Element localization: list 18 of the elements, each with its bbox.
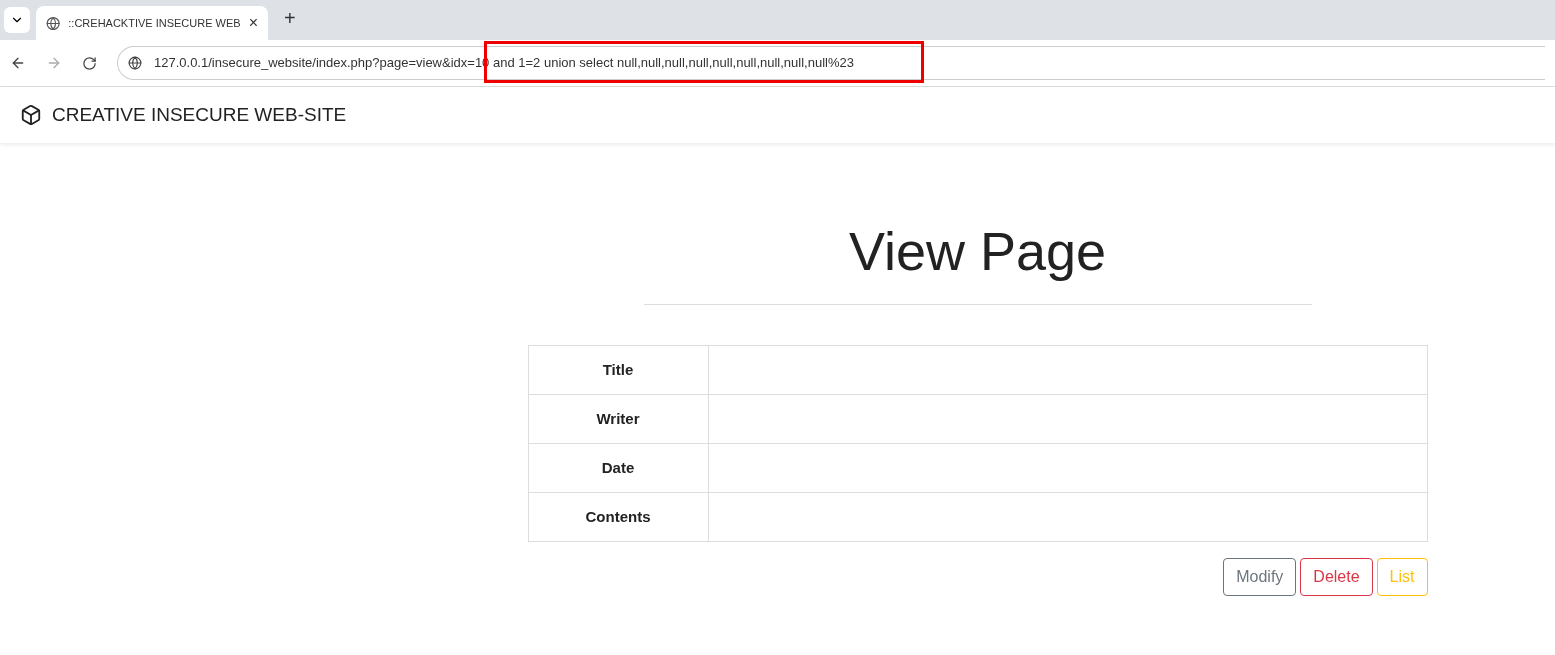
cube-icon bbox=[20, 104, 42, 126]
action-button[interactable]: Delete bbox=[1300, 558, 1373, 596]
back-icon[interactable] bbox=[10, 55, 26, 71]
page-heading: View Page bbox=[643, 211, 1312, 305]
brand-text[interactable]: CREATIVE INSECURE WEB-SITE bbox=[52, 100, 347, 130]
globe-icon bbox=[128, 56, 142, 70]
browser-tab[interactable]: ::CREHACKTIVE INSECURE WEB × bbox=[36, 6, 268, 40]
action-button[interactable]: Modify bbox=[1223, 558, 1297, 596]
row-label: Title bbox=[528, 345, 708, 395]
row-label: Contents bbox=[528, 492, 708, 542]
tab-title: ::CREHACKTIVE INSECURE WEB bbox=[68, 15, 241, 31]
close-tab-button[interactable]: × bbox=[248, 11, 258, 35]
tab-list-button[interactable] bbox=[4, 7, 30, 33]
globe-icon bbox=[46, 15, 61, 31]
row-label: Writer bbox=[528, 394, 708, 444]
reload-icon[interactable] bbox=[82, 55, 97, 71]
row-label: Date bbox=[528, 443, 708, 493]
new-tab-button[interactable]: + bbox=[284, 3, 296, 33]
